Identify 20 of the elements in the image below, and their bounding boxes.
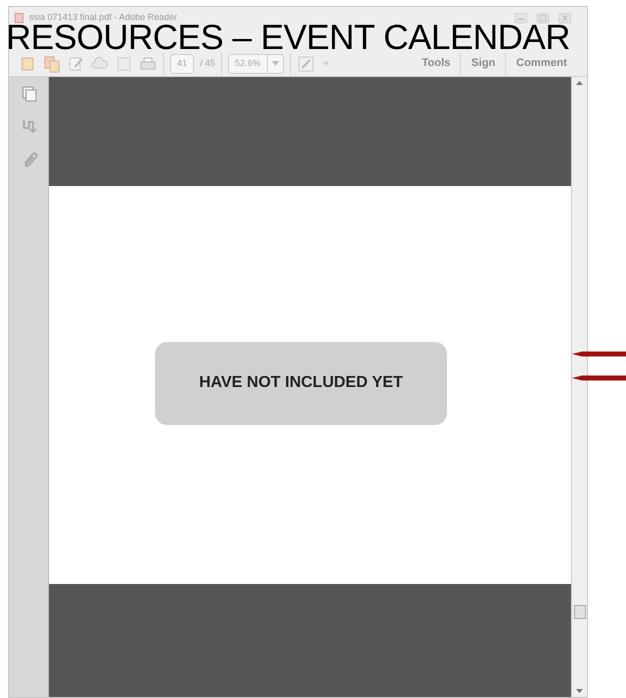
page-number-field[interactable]: 41: [170, 54, 194, 74]
toolbar-button[interactable]: Tools: [412, 52, 460, 74]
toolbar-button[interactable]: Comment: [505, 52, 577, 74]
fullscreen-icon[interactable]: [296, 54, 315, 72]
scroll-down-icon[interactable]: [576, 689, 583, 693]
print-icon[interactable]: [139, 54, 157, 72]
window-title: ssia 071413 final.pdf - Adobe Reader: [29, 11, 178, 24]
zoom-dropdown[interactable]: 52.6%: [228, 54, 284, 74]
arrow-line: [572, 375, 626, 381]
page-count: / 45: [200, 56, 216, 70]
arrow-line: [572, 351, 626, 357]
scroll-thumb[interactable]: [574, 605, 586, 619]
caret-icon: [272, 61, 279, 66]
scroll-up-icon[interactable]: [576, 81, 583, 85]
toolbar-button[interactable]: Sign: [460, 52, 506, 74]
edit-icon[interactable]: [67, 54, 85, 72]
callout-text: HAVE NOT INCLUDED YET: [199, 373, 403, 393]
pages-icon[interactable]: [20, 85, 38, 103]
slide-heading: RESOURCES – EVENT CALENDAR: [6, 24, 570, 51]
pdf-file-icon[interactable]: [13, 12, 25, 24]
